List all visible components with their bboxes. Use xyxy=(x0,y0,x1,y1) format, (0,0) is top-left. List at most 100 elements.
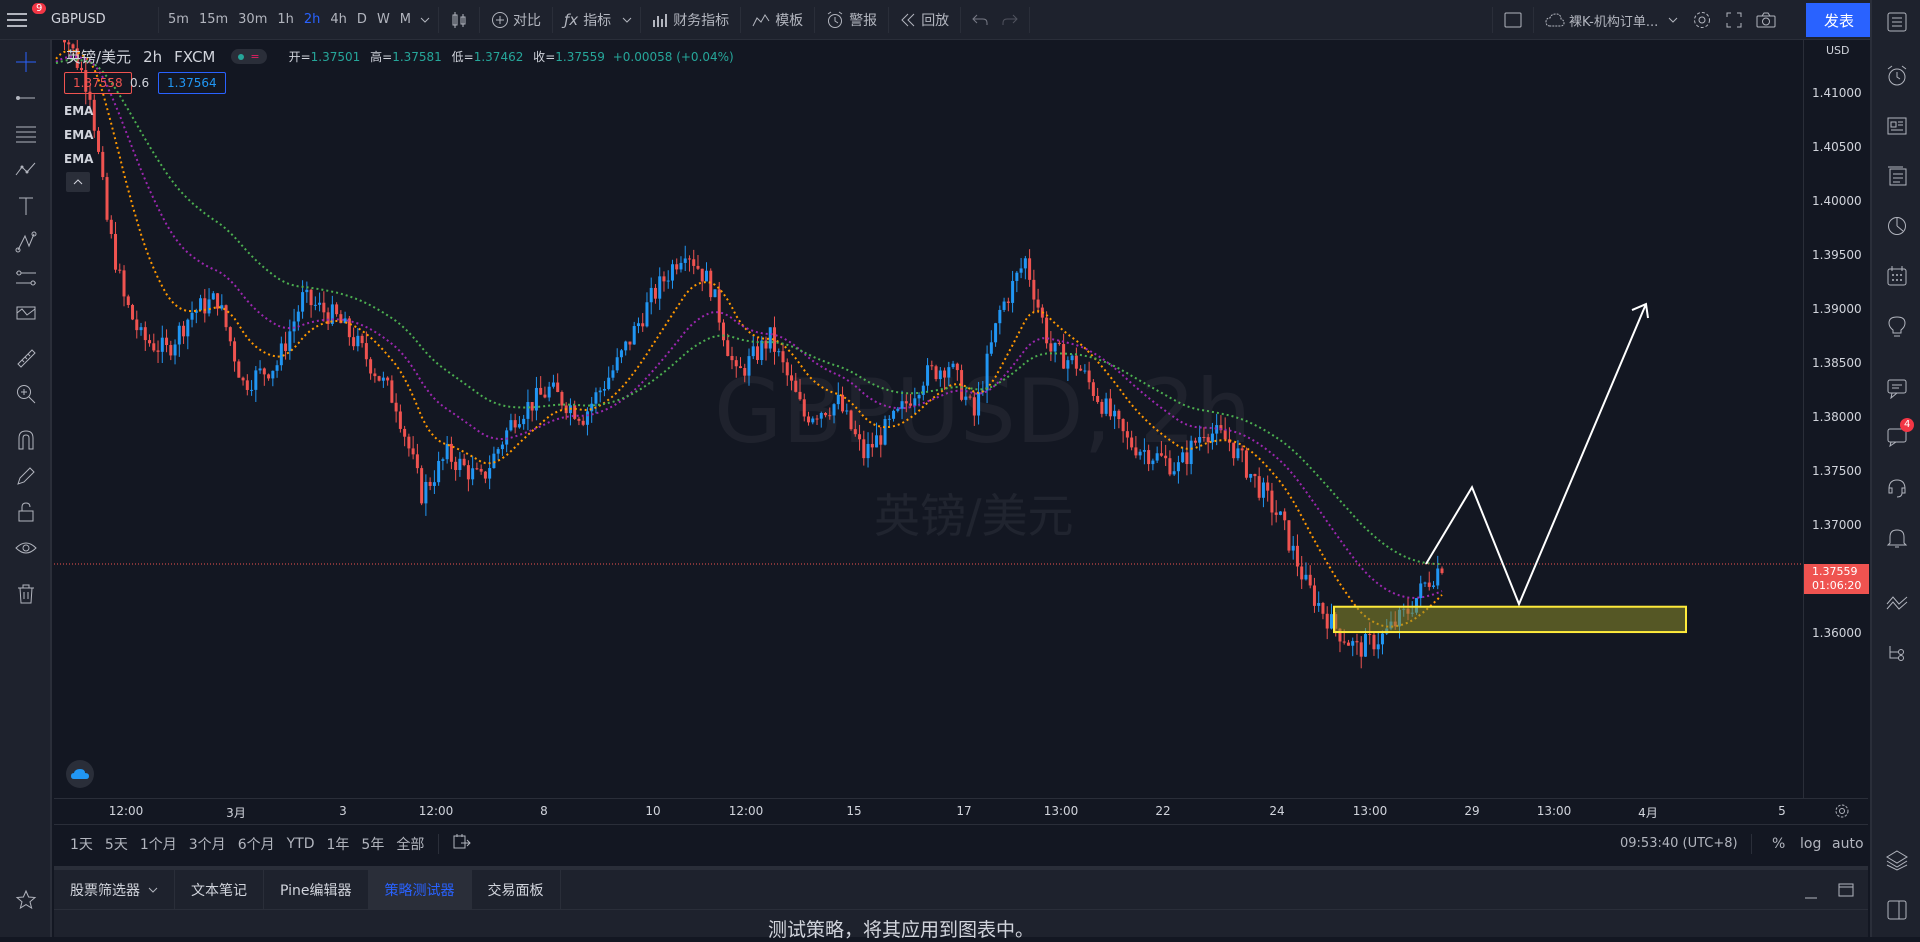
range-3m[interactable]: 3个月 xyxy=(183,834,232,854)
redo-button[interactable] xyxy=(995,0,1025,40)
magnet-tool[interactable] xyxy=(12,426,40,454)
templates-button[interactable]: 模板 xyxy=(745,0,810,40)
range-all[interactable]: 全部 xyxy=(390,834,430,854)
candle-body xyxy=(496,449,500,454)
fx-icon: ƒx xyxy=(564,10,579,29)
tab-pine-editor[interactable]: Pine编辑器 xyxy=(264,869,369,910)
currency-label[interactable]: USD xyxy=(1824,44,1852,57)
text-tool[interactable] xyxy=(12,192,40,220)
interval-30m[interactable]: 30m xyxy=(233,0,272,40)
panel-toggle-button[interactable] xyxy=(1883,896,1911,924)
legend-title[interactable]: 英镑/美元 xyxy=(66,46,131,67)
tab-text-notes[interactable]: 文本笔记 xyxy=(175,869,264,910)
compare-button[interactable]: 对比 xyxy=(484,0,548,40)
broker-logo[interactable] xyxy=(66,760,94,788)
financials-button[interactable]: 财务指标 xyxy=(645,0,736,40)
undo-button[interactable] xyxy=(965,0,995,40)
fullscreen-button[interactable] xyxy=(1719,0,1749,40)
undo-icon xyxy=(972,14,988,25)
layout-name-button[interactable]: 裸K-机构订单... xyxy=(1538,0,1685,40)
time-axis[interactable]: 12:00 3月 3 12:00 8 10 12:00 15 17 13:00 22 24 13:00 2… xyxy=(54,798,1868,824)
help-button[interactable] xyxy=(1883,474,1911,502)
ema-legend-1[interactable]: EMA xyxy=(64,104,93,118)
visibility-tool[interactable] xyxy=(12,534,40,562)
interval-d[interactable]: D xyxy=(352,0,372,40)
alerts-panel-button[interactable] xyxy=(1883,62,1911,90)
range-1d[interactable]: 1天 xyxy=(64,834,99,854)
range-5y[interactable]: 5年 xyxy=(355,834,390,854)
zoom-tool[interactable] xyxy=(12,380,40,408)
tab-stock-screener[interactable]: 股票筛选器 xyxy=(54,869,175,910)
trendline-tool[interactable] xyxy=(12,84,40,112)
interval-4h[interactable]: 4h xyxy=(325,0,352,40)
clock-display[interactable]: 09:53:40 (UTC+8) xyxy=(1614,836,1744,851)
lock-tool[interactable] xyxy=(12,498,40,526)
data-window-button[interactable] xyxy=(1883,112,1911,140)
trading-panel-button[interactable] xyxy=(1883,588,1911,616)
ideas-button[interactable] xyxy=(1883,312,1911,340)
watchlist-button[interactable] xyxy=(1883,8,1911,36)
interval-m[interactable]: M xyxy=(395,0,416,40)
notifications-button[interactable] xyxy=(1883,524,1911,552)
snapshot-button[interactable] xyxy=(1749,0,1783,40)
settings-button[interactable] xyxy=(1685,0,1719,40)
percent-toggle[interactable]: % xyxy=(1766,836,1791,852)
price-axis[interactable]: USD 1.41000 1.40500 1.40000 1.39500 1.39000 1… xyxy=(1803,40,1869,798)
prediction-tool[interactable] xyxy=(12,228,40,256)
collapse-legend-button[interactable] xyxy=(66,172,90,192)
crosshair-tool[interactable] xyxy=(12,48,40,76)
streams-button[interactable] xyxy=(1883,374,1911,402)
icons-tool[interactable] xyxy=(12,300,40,328)
pattern-tool[interactable] xyxy=(12,156,40,184)
minimize-panel-button[interactable] xyxy=(1804,884,1818,903)
calendar-button[interactable] xyxy=(1883,262,1911,290)
indicators-dropdown[interactable] xyxy=(618,0,636,40)
interval-w[interactable]: W xyxy=(372,0,395,40)
auto-toggle[interactable]: auto xyxy=(1826,836,1870,852)
node-icon xyxy=(15,231,37,253)
interval-15m[interactable]: 15m xyxy=(194,0,233,40)
interval-dropdown[interactable] xyxy=(416,0,434,40)
remove-drawings-tool[interactable] xyxy=(12,580,40,608)
range-1y[interactable]: 1年 xyxy=(321,834,356,854)
market-status-pill[interactable]: = xyxy=(231,49,267,64)
range-ytd[interactable]: YTD xyxy=(281,836,321,852)
chats-button[interactable]: 4 xyxy=(1883,418,1915,450)
horizontal-lines-tool[interactable] xyxy=(12,120,40,148)
alerts-button[interactable]: 警报 xyxy=(819,0,884,40)
chart-type-button[interactable] xyxy=(443,0,475,40)
interval-1h[interactable]: 1h xyxy=(272,0,299,40)
goto-date-button[interactable] xyxy=(447,833,477,854)
menu-button[interactable]: 9 xyxy=(0,0,47,40)
layout-select-button[interactable] xyxy=(1497,0,1529,40)
ema-legend-2[interactable]: EMA xyxy=(64,128,93,142)
range-1m[interactable]: 1个月 xyxy=(134,834,183,854)
axis-settings-button[interactable] xyxy=(1834,803,1850,823)
chart-pane[interactable]: GBPUSD, 2h 英镑/美元 xyxy=(54,40,1804,798)
watchlist-star-tool[interactable] xyxy=(12,886,40,914)
sell-button[interactable]: 1.37558 xyxy=(64,72,132,94)
price-chart[interactable] xyxy=(54,40,1804,798)
log-toggle[interactable]: log xyxy=(1794,836,1827,852)
layers-button[interactable] xyxy=(1883,846,1911,874)
object-tree-button[interactable] xyxy=(1883,640,1911,668)
measure-tool[interactable] xyxy=(12,264,40,292)
hotlists-button[interactable] xyxy=(1883,212,1911,240)
ruler-tool[interactable] xyxy=(12,344,40,372)
replay-button[interactable]: 回放 xyxy=(893,0,956,40)
maximize-panel-button[interactable] xyxy=(1838,882,1854,901)
tab-trading-panel[interactable]: 交易面板 xyxy=(472,869,561,910)
news-button[interactable] xyxy=(1883,162,1911,190)
candle-body xyxy=(101,151,105,178)
interval-2h[interactable]: 2h xyxy=(299,0,326,40)
symbol-search[interactable]: GBPUSD xyxy=(44,0,154,40)
drawing-mode-tool[interactable] xyxy=(12,462,40,490)
indicators-button[interactable]: ƒx 指标 xyxy=(557,0,618,40)
publish-button[interactable]: 发表 xyxy=(1806,3,1872,37)
range-6m[interactable]: 6个月 xyxy=(232,834,281,854)
buy-button[interactable]: 1.37564 xyxy=(158,72,226,94)
tab-strategy-tester[interactable]: 策略测试器 xyxy=(368,869,472,910)
ema-legend-3[interactable]: EMA xyxy=(64,152,93,166)
interval-5m[interactable]: 5m xyxy=(163,0,194,40)
range-5d[interactable]: 5天 xyxy=(99,834,134,854)
